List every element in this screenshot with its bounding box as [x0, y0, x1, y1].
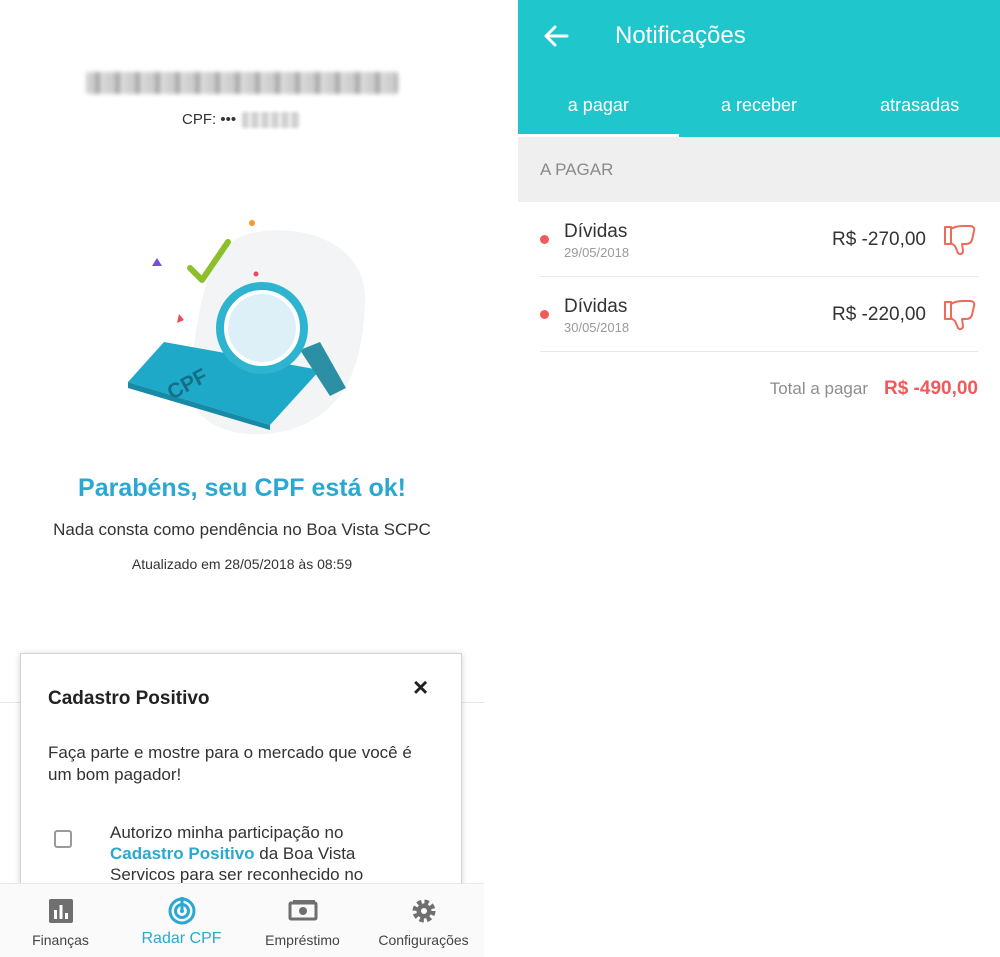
bottom-navigation: Finanças Radar CPF Empréstimo Configuraç…	[0, 883, 484, 957]
item-title: Dívidas	[564, 221, 628, 242]
list-item[interactable]: Dívidas 29/05/2018 R$ -270,00	[540, 202, 978, 277]
item-date: 29/05/2018	[564, 245, 630, 260]
confetti-dot	[249, 220, 255, 226]
bar-chart-icon	[48, 899, 73, 923]
cadastro-positivo-link[interactable]: Cadastro Positivo	[110, 844, 255, 863]
nav-label: Radar CPF	[141, 930, 222, 947]
magnifier-lens	[228, 294, 296, 362]
confetti-triangle	[152, 258, 162, 266]
status-subtitle: Nada consta como pendência no Boa Vista …	[53, 520, 431, 539]
updated-timestamp: Atualizado em 28/05/2018 às 08:59	[131, 556, 353, 572]
notification-tabs: a pagar a receber atrasadas	[518, 80, 1000, 137]
cpf-number-redacted	[242, 111, 301, 128]
page-title: Notificações	[615, 22, 746, 49]
status-dot	[540, 235, 549, 244]
tab-a-receber[interactable]: a receber	[679, 80, 840, 137]
modal-description: Faça parte e mostre para o mercado que v…	[48, 743, 412, 784]
cpf-check-illustration: CPF	[128, 220, 366, 435]
notificacoes-screen: Notificações a pagar a receber atrasadas…	[518, 0, 1000, 957]
total-row: Total a pagar R$ -490,00	[770, 378, 978, 400]
nav-label: Finanças	[32, 932, 89, 948]
consent-text: Autorizo minha participação no Cadastro …	[110, 822, 410, 885]
item-date: 30/05/2018	[564, 320, 630, 335]
radar-cpf-screen: CPF: ••• CPF Parabéns, seu CPF está ok! …	[0, 0, 484, 957]
tab-atrasadas[interactable]: atrasadas	[839, 80, 1000, 137]
item-title: Dívidas	[564, 296, 628, 317]
thumbs-down-icon[interactable]	[942, 297, 978, 333]
close-icon[interactable]: ×	[413, 674, 428, 700]
user-name-redacted	[86, 72, 398, 94]
back-arrow-icon[interactable]	[542, 22, 570, 50]
confetti-triangle	[177, 314, 184, 323]
thumbs-down-icon[interactable]	[942, 222, 978, 258]
app-bar: Notificações a pagar a receber atrasadas	[518, 0, 1000, 137]
nav-label: Empréstimo	[265, 932, 340, 948]
nav-item-financas[interactable]: Finanças	[0, 884, 121, 957]
section-header-label: A PAGAR	[540, 160, 614, 179]
section-header: A PAGAR	[518, 137, 1000, 202]
item-amount: R$ -220,00	[831, 304, 926, 325]
consent-checkbox[interactable]	[54, 830, 72, 848]
gear-icon	[412, 899, 435, 923]
total-label: Total a pagar	[769, 379, 868, 398]
item-amount: R$ -270,00	[831, 229, 926, 250]
tab-a-pagar[interactable]: a pagar	[518, 80, 679, 137]
nav-label: Configurações	[378, 932, 469, 948]
modal-title: Cadastro Positivo	[48, 688, 210, 709]
list-item[interactable]: Dívidas 30/05/2018 R$ -220,00	[540, 277, 978, 352]
nav-item-emprestimo[interactable]: Empréstimo	[242, 884, 363, 957]
status-dot	[540, 310, 549, 319]
congrats-title: Parabéns, seu CPF está ok!	[78, 474, 406, 502]
cpf-line: CPF: •••	[182, 111, 301, 128]
confetti-dot	[253, 271, 259, 277]
radar-icon	[168, 897, 195, 925]
cpf-label: CPF: •••	[182, 111, 237, 128]
consent-text-before: Autorizo minha participação no	[110, 823, 344, 842]
total-value: R$ -490,00	[883, 378, 978, 399]
nav-item-radar-cpf[interactable]: Radar CPF	[121, 884, 242, 957]
nav-item-configuracoes[interactable]: Configurações	[363, 884, 484, 957]
money-icon	[288, 900, 317, 921]
